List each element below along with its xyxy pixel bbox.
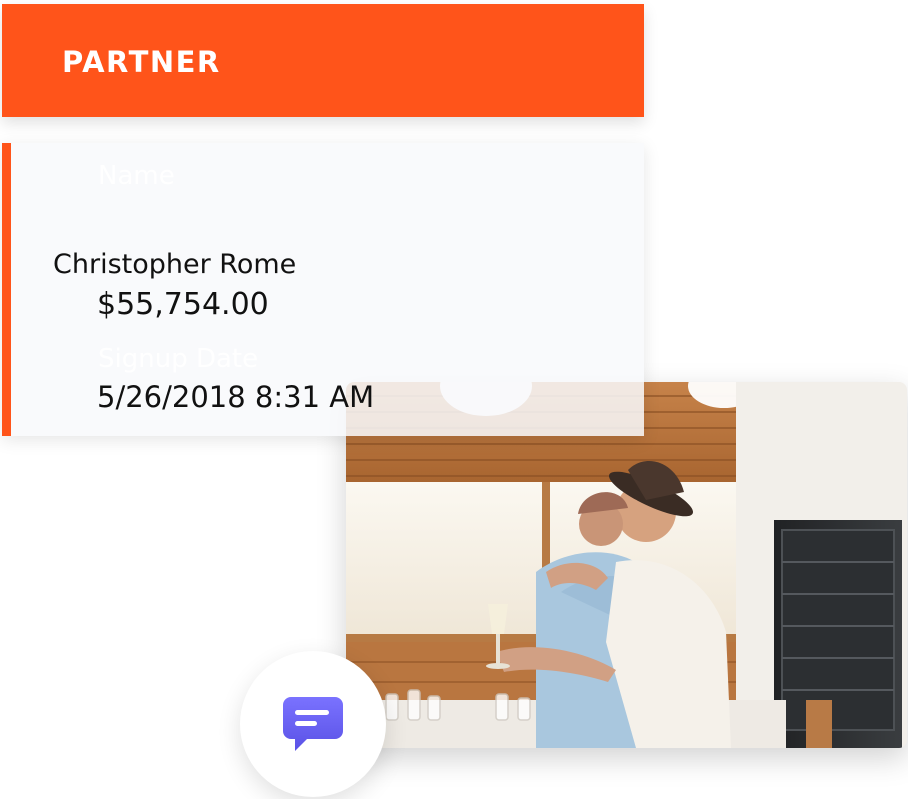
partner-amount: $55,754.00	[97, 287, 269, 322]
chat-button[interactable]	[240, 651, 386, 797]
partner-widget-stage: PARTNER Name Christopher Rome $55,754.00…	[0, 0, 908, 799]
signup-date-label: Signup Date	[98, 344, 259, 374]
header-title: PARTNER	[62, 45, 221, 79]
photo-illustration	[346, 382, 907, 748]
partner-info-card: Name Christopher Rome $55,754.00 Signup …	[2, 143, 644, 436]
chat-bubble-icon	[283, 697, 343, 751]
name-label: Name	[98, 161, 175, 191]
partner-photo	[346, 382, 907, 748]
signup-date-value: 5/26/2018 8:31 AM	[97, 380, 375, 414]
header-bar: PARTNER	[2, 4, 644, 117]
partner-name: Christopher Rome	[53, 249, 297, 280]
